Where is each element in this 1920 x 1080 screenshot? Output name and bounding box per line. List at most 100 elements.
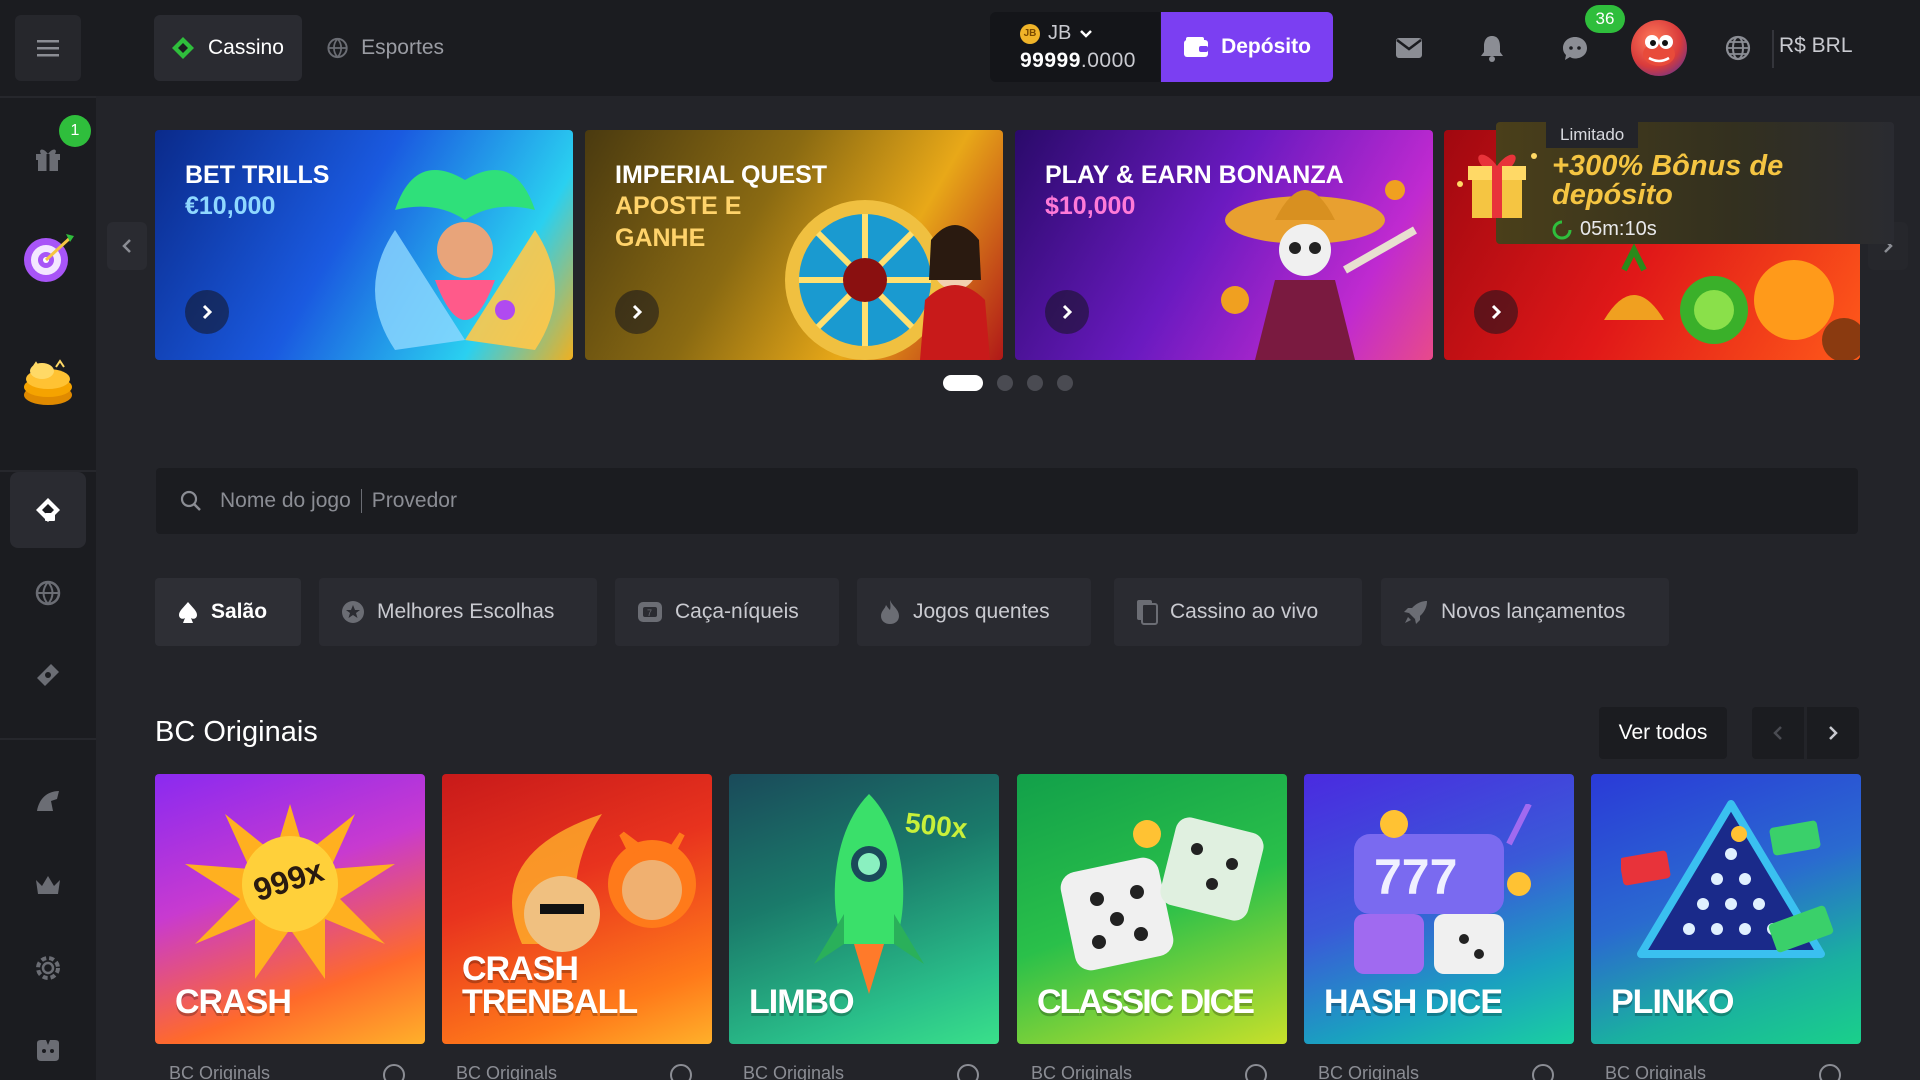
- banner-play-earn-bonanza[interactable]: PLAY & EARN BONANZA $10,000: [1015, 130, 1433, 360]
- category-label: Caça-níqueis: [675, 600, 799, 623]
- jb-coin-icon: JB: [1020, 23, 1040, 44]
- banner-sub: €10,000: [185, 192, 276, 221]
- tab-esportes[interactable]: Esportes: [310, 15, 460, 81]
- notifications-button[interactable]: [1472, 28, 1512, 68]
- carousel-prev-button[interactable]: [107, 222, 147, 270]
- sidebar-item-lottery[interactable]: [10, 637, 86, 713]
- sidebar-item-spin[interactable]: [10, 220, 86, 296]
- info-icon[interactable]: [1532, 1064, 1554, 1080]
- section-next-button[interactable]: [1807, 707, 1859, 759]
- wallet-currency: JB: [1048, 22, 1072, 44]
- tab-cassino-label: Cassino: [208, 36, 284, 59]
- carousel-dot[interactable]: [1057, 375, 1073, 391]
- star-badge-icon: [342, 601, 364, 623]
- deposit-label: Depósito: [1221, 35, 1311, 58]
- sidebar-item-support[interactable]: [10, 1013, 86, 1080]
- chevron-right-icon: [1829, 726, 1838, 740]
- mail-icon: [1396, 38, 1422, 58]
- game-name: HASH DICE: [1324, 982, 1503, 1021]
- banner-go-button[interactable]: [615, 290, 659, 334]
- banner-go-button[interactable]: [1045, 290, 1089, 334]
- language-button[interactable]: [1718, 28, 1758, 68]
- game-tile-plinko[interactable]: PLINKO: [1591, 774, 1861, 1044]
- game-tile-classic-dice[interactable]: CLASSIC DICE: [1017, 774, 1287, 1044]
- chevron-right-icon: [202, 304, 213, 320]
- sidebar-divider: [0, 738, 96, 740]
- search-placeholder-provider: Provedor: [371, 489, 457, 512]
- tab-cassino[interactable]: Cassino: [154, 15, 302, 81]
- banner-go-button[interactable]: [1474, 290, 1518, 334]
- slot-icon: 7: [638, 602, 662, 622]
- promo-timer: 05m:10s: [1580, 218, 1657, 240]
- game-name: CLASSIC DICE: [1037, 982, 1255, 1021]
- category-caca-niqueis[interactable]: 7 Caça-níqueis: [615, 578, 839, 646]
- chat-icon: [1563, 37, 1587, 60]
- promo-text: +300% Bônus de depósito: [1552, 150, 1784, 211]
- sidebar-item-sports[interactable]: [10, 555, 86, 631]
- game-provider: BC Originals: [456, 1063, 558, 1080]
- category-label: Melhores Escolhas: [377, 600, 555, 623]
- search-separator: [360, 489, 362, 513]
- category-jogos-quentes[interactable]: Jogos quentes: [857, 578, 1091, 646]
- limited-deposit-bonus-promo[interactable]: Limitado +300% Bônus de depósito 05m:10s: [1457, 122, 1894, 244]
- category-salao[interactable]: Salão: [155, 578, 301, 646]
- sidebar-item-settings[interactable]: [10, 930, 86, 1006]
- sidebar-item-racing[interactable]: [10, 763, 86, 839]
- carousel-dot[interactable]: [943, 375, 983, 391]
- gift-icon: [36, 149, 60, 171]
- spin-wheel-icon: [24, 234, 74, 282]
- game-multiplier: 500x: [903, 806, 969, 845]
- game-provider: BC Originals: [1318, 1063, 1420, 1080]
- globe-icon: [1725, 35, 1751, 61]
- game-tile-limbo[interactable]: 500x LIMBO: [729, 774, 999, 1044]
- chevron-right-icon: [1491, 304, 1502, 320]
- category-label: Salão: [211, 600, 268, 623]
- game-tile-crash[interactable]: 999x CRASH: [155, 774, 425, 1044]
- info-icon[interactable]: [1819, 1064, 1841, 1080]
- racing-icon: [37, 791, 59, 811]
- sidebar-item-vip[interactable]: [10, 847, 86, 923]
- category-label: Cassino ao vivo: [1170, 600, 1319, 623]
- section-prev-button[interactable]: [1752, 707, 1804, 759]
- banner-title: PLAY & EARN BONANZA: [1045, 161, 1344, 189]
- chevron-left-icon: [1773, 726, 1782, 740]
- avatar-icon: [1643, 35, 1675, 66]
- bell-icon: [1481, 36, 1503, 62]
- mail-button[interactable]: [1389, 28, 1429, 68]
- carousel-dot[interactable]: [1027, 375, 1043, 391]
- sidebar-item-coins[interactable]: [10, 345, 86, 421]
- banner-go-button[interactable]: [185, 290, 229, 334]
- game-tile-hash-dice[interactable]: 777 HASH DICE: [1304, 774, 1574, 1044]
- tab-esportes-label: Esportes: [361, 36, 444, 59]
- deposit-button[interactable]: Depósito: [1161, 12, 1333, 82]
- game-tile-crash-trenball[interactable]: CRASH TRENBALL: [442, 774, 712, 1044]
- gift-box-icon: [1457, 153, 1537, 218]
- slot-machine-illustration: 777: [1354, 804, 1532, 974]
- info-icon[interactable]: [1245, 1064, 1267, 1080]
- info-icon[interactable]: [957, 1064, 979, 1080]
- view-all-button[interactable]: Ver todos: [1599, 707, 1727, 759]
- category-novos-lancamentos[interactable]: Novos lançamentos: [1381, 578, 1669, 646]
- info-icon[interactable]: [383, 1064, 405, 1080]
- avatar[interactable]: [1631, 20, 1687, 76]
- wallet-icon: [1184, 37, 1209, 57]
- sidebar-item-casino[interactable]: [10, 472, 86, 548]
- dice-illustration: [1060, 817, 1264, 971]
- currency-selector[interactable]: R$ BRL: [1779, 34, 1853, 58]
- info-icon[interactable]: [670, 1064, 692, 1080]
- chat-button[interactable]: [1555, 28, 1595, 68]
- lottery-icon: [37, 664, 59, 686]
- banner-bet-trills[interactable]: BET TRILLS €10,000: [155, 130, 573, 360]
- category-cassino-ao-vivo[interactable]: Cassino ao vivo: [1114, 578, 1362, 646]
- category-melhores-escolhas[interactable]: Melhores Escolhas: [319, 578, 597, 646]
- fruit-illustration: [1604, 243, 1860, 360]
- banner-sub: $10,000: [1045, 192, 1136, 221]
- wallet-balance[interactable]: JB JB 99999.0000: [990, 12, 1160, 82]
- carousel-dot[interactable]: [997, 375, 1013, 391]
- shiba-doge-illustration: [512, 814, 696, 952]
- rocket-icon: [1404, 601, 1427, 624]
- banner-imperial-quest[interactable]: IMPERIAL QUEST APOSTE E GANHE: [585, 130, 1003, 360]
- game-search-input[interactable]: Nome do jogo Provedor: [156, 468, 1858, 534]
- menu-button[interactable]: [15, 15, 81, 81]
- game-name: CRASH TRENBALL: [462, 950, 638, 1021]
